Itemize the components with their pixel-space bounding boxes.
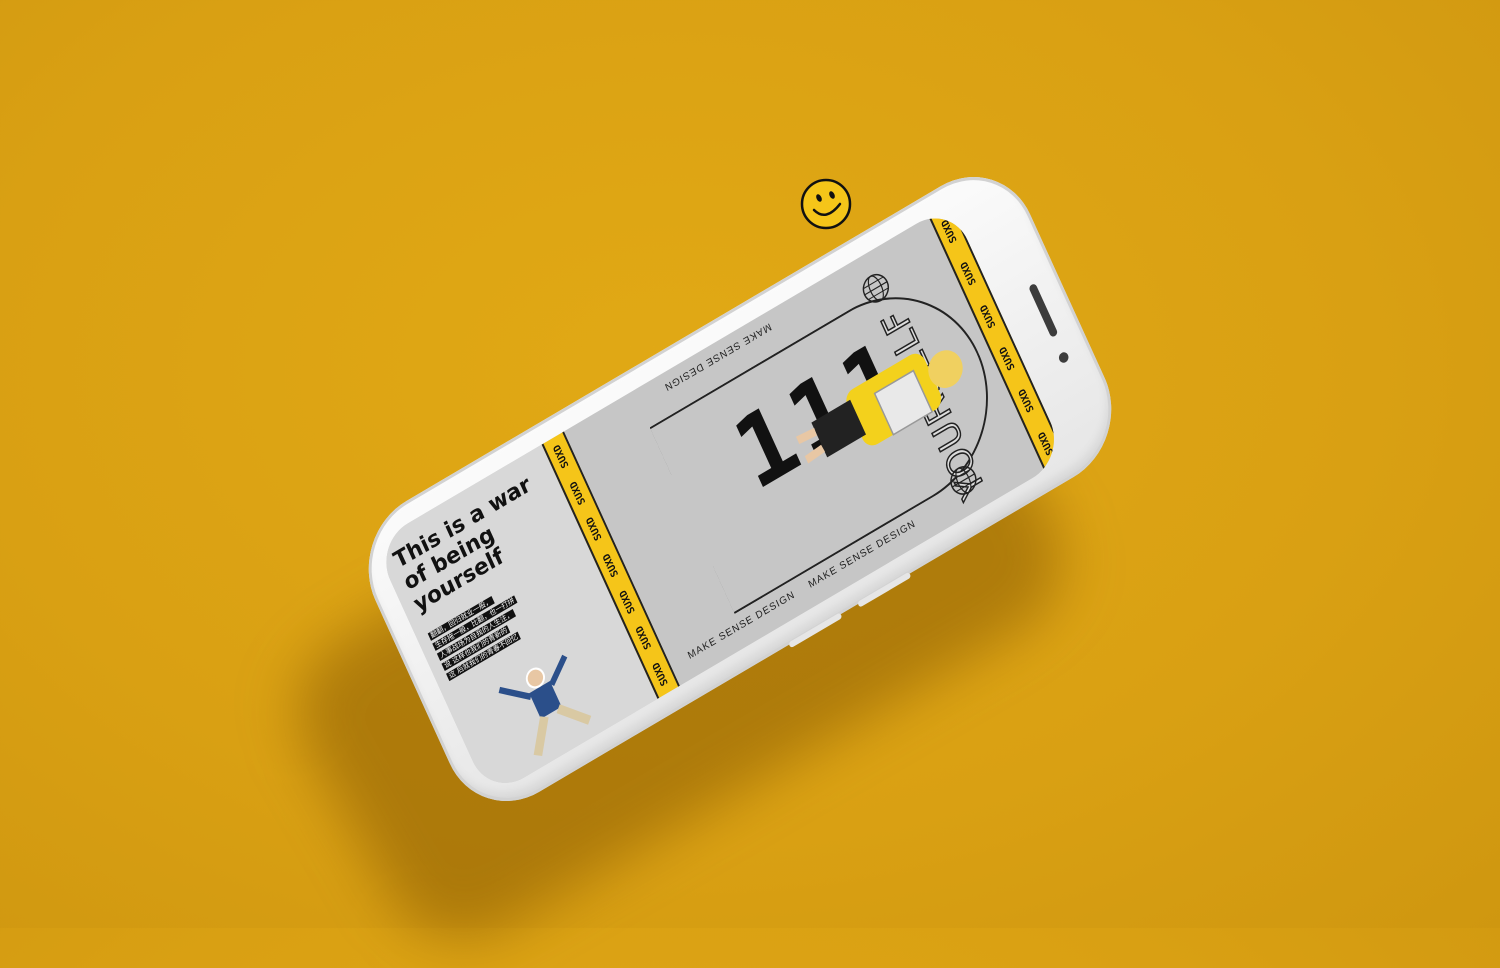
stripe-label: SUXD	[997, 344, 1018, 373]
stripe-label: SUXD	[978, 302, 998, 330]
stripe-label: SUXD	[567, 478, 588, 507]
stripe-label: SUXD	[584, 514, 604, 543]
stripe-label: SUXD	[1036, 429, 1056, 458]
stripe-label: SUXD	[650, 660, 671, 688]
stripe-label: SUXD	[1016, 386, 1037, 415]
stripe-label: SUXD	[939, 217, 960, 246]
stripe-label: SUXD	[551, 442, 571, 470]
stripe-label: SUXD	[958, 259, 979, 288]
stripe-label: SUXD	[634, 623, 654, 652]
front-camera	[1057, 350, 1071, 365]
speaker-grille	[1028, 282, 1059, 338]
smiley-icon	[800, 178, 852, 230]
stripe-label: SUXD	[617, 587, 638, 616]
stripe-label: SUXD	[600, 551, 621, 579]
